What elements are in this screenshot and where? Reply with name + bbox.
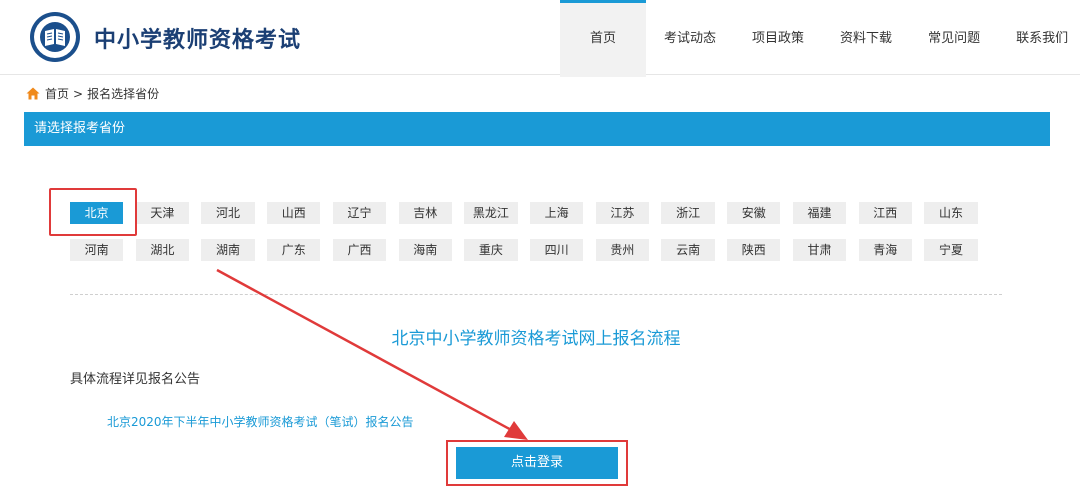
- province-hubei[interactable]: 湖北: [135, 239, 189, 261]
- province-guizhou[interactable]: 贵州: [595, 239, 649, 261]
- province-hunan[interactable]: 湖南: [201, 239, 255, 261]
- province-grid: 北京 天津 河北 山西 辽宁 吉林 黑龙江 上海 江苏 浙江 安徽 福建 江西 …: [70, 202, 990, 276]
- nav-policy[interactable]: 项目政策: [734, 0, 822, 74]
- nav-contact[interactable]: 联系我们: [998, 0, 1072, 74]
- province-heilongjiang[interactable]: 黑龙江: [464, 202, 518, 224]
- breadcrumb-home[interactable]: 首页: [45, 85, 69, 102]
- province-tianjin[interactable]: 天津: [135, 202, 189, 224]
- book-icon: [45, 29, 65, 46]
- notice-link[interactable]: 北京2020年下半年中小学教师资格考试（笔试）报名公告: [107, 413, 414, 430]
- province-zhejiang[interactable]: 浙江: [661, 202, 715, 224]
- province-anhui[interactable]: 安徽: [727, 202, 781, 224]
- selected-province-highlight: [49, 188, 137, 236]
- nav-downloads[interactable]: 资料下载: [822, 0, 910, 74]
- site-title[interactable]: 中小学教师资格考试: [94, 22, 301, 54]
- province-qinghai[interactable]: 青海: [858, 239, 912, 261]
- province-row-2: 河南 湖北 湖南 广东 广西 海南 重庆 四川 贵州 云南 陕西 甘肃 青海 宁…: [70, 239, 990, 263]
- province-jiangsu[interactable]: 江苏: [595, 202, 649, 224]
- province-yunnan[interactable]: 云南: [661, 239, 715, 261]
- province-shanxi[interactable]: 山西: [267, 202, 321, 224]
- section-title-bar: 请选择报考省份: [24, 112, 1050, 146]
- province-hebei[interactable]: 河北: [201, 202, 255, 224]
- province-ningxia[interactable]: 宁夏: [924, 239, 978, 261]
- nav-home[interactable]: 首页: [560, 0, 647, 77]
- detail-text: 具体流程详见报名公告: [70, 372, 201, 387]
- breadcrumb-current: 报名选择省份: [87, 87, 160, 101]
- province-shaanxi[interactable]: 陕西: [727, 239, 781, 261]
- province-shanghai[interactable]: 上海: [530, 202, 584, 224]
- main-nav: 首页 考试动态 项目政策 资料下载 常见问题 联系我们: [560, 0, 1072, 77]
- breadcrumb: 首页 > 报名选择省份: [26, 85, 159, 102]
- province-hainan[interactable]: 海南: [398, 239, 452, 261]
- province-row-1: 北京 天津 河北 山西 辽宁 吉林 黑龙江 上海 江苏 浙江 安徽 福建 江西 …: [70, 202, 990, 226]
- province-guangxi[interactable]: 广西: [332, 239, 387, 261]
- province-jiangxi[interactable]: 江西: [858, 202, 912, 224]
- province-chongqing[interactable]: 重庆: [464, 239, 518, 261]
- province-shandong[interactable]: 山东: [924, 202, 978, 224]
- province-sichuan[interactable]: 四川: [530, 239, 584, 261]
- divider: [70, 294, 1002, 295]
- breadcrumb-separator: >: [73, 86, 84, 101]
- flow-title: 北京中小学教师资格考试网上报名流程: [391, 329, 681, 349]
- province-fujian[interactable]: 福建: [792, 202, 847, 224]
- province-guangdong[interactable]: 广东: [267, 239, 321, 261]
- province-liaoning[interactable]: 辽宁: [332, 202, 387, 224]
- header: 中小学教师资格考试 首页 考试动态 项目政策 资料下载 常见问题 联系我们: [0, 0, 1080, 77]
- home-icon: [26, 87, 40, 100]
- nav-faq[interactable]: 常见问题: [910, 0, 998, 74]
- province-jilin[interactable]: 吉林: [398, 202, 452, 224]
- province-gansu[interactable]: 甘肃: [792, 239, 847, 261]
- nav-exam-news[interactable]: 考试动态: [646, 0, 734, 74]
- province-henan[interactable]: 河南: [70, 239, 124, 261]
- login-button[interactable]: 点击登录: [456, 447, 618, 479]
